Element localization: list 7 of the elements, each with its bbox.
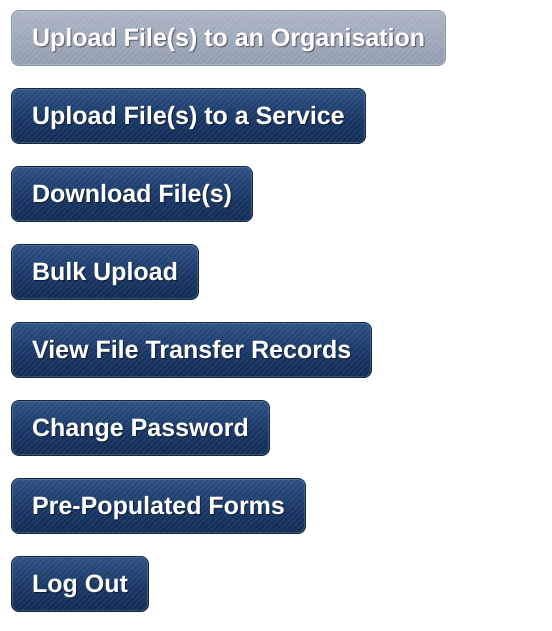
menu-button[interactable]: Upload File(s) to a Service [11, 88, 366, 144]
menu-button[interactable]: Log Out [11, 556, 149, 612]
menu-button[interactable]: Bulk Upload [11, 244, 199, 300]
menu-button[interactable]: Change Password [11, 400, 270, 456]
menu-button[interactable]: Download File(s) [11, 166, 253, 222]
menu-button[interactable]: Pre-Populated Forms [11, 478, 306, 534]
menu-button[interactable]: View File Transfer Records [11, 322, 372, 378]
